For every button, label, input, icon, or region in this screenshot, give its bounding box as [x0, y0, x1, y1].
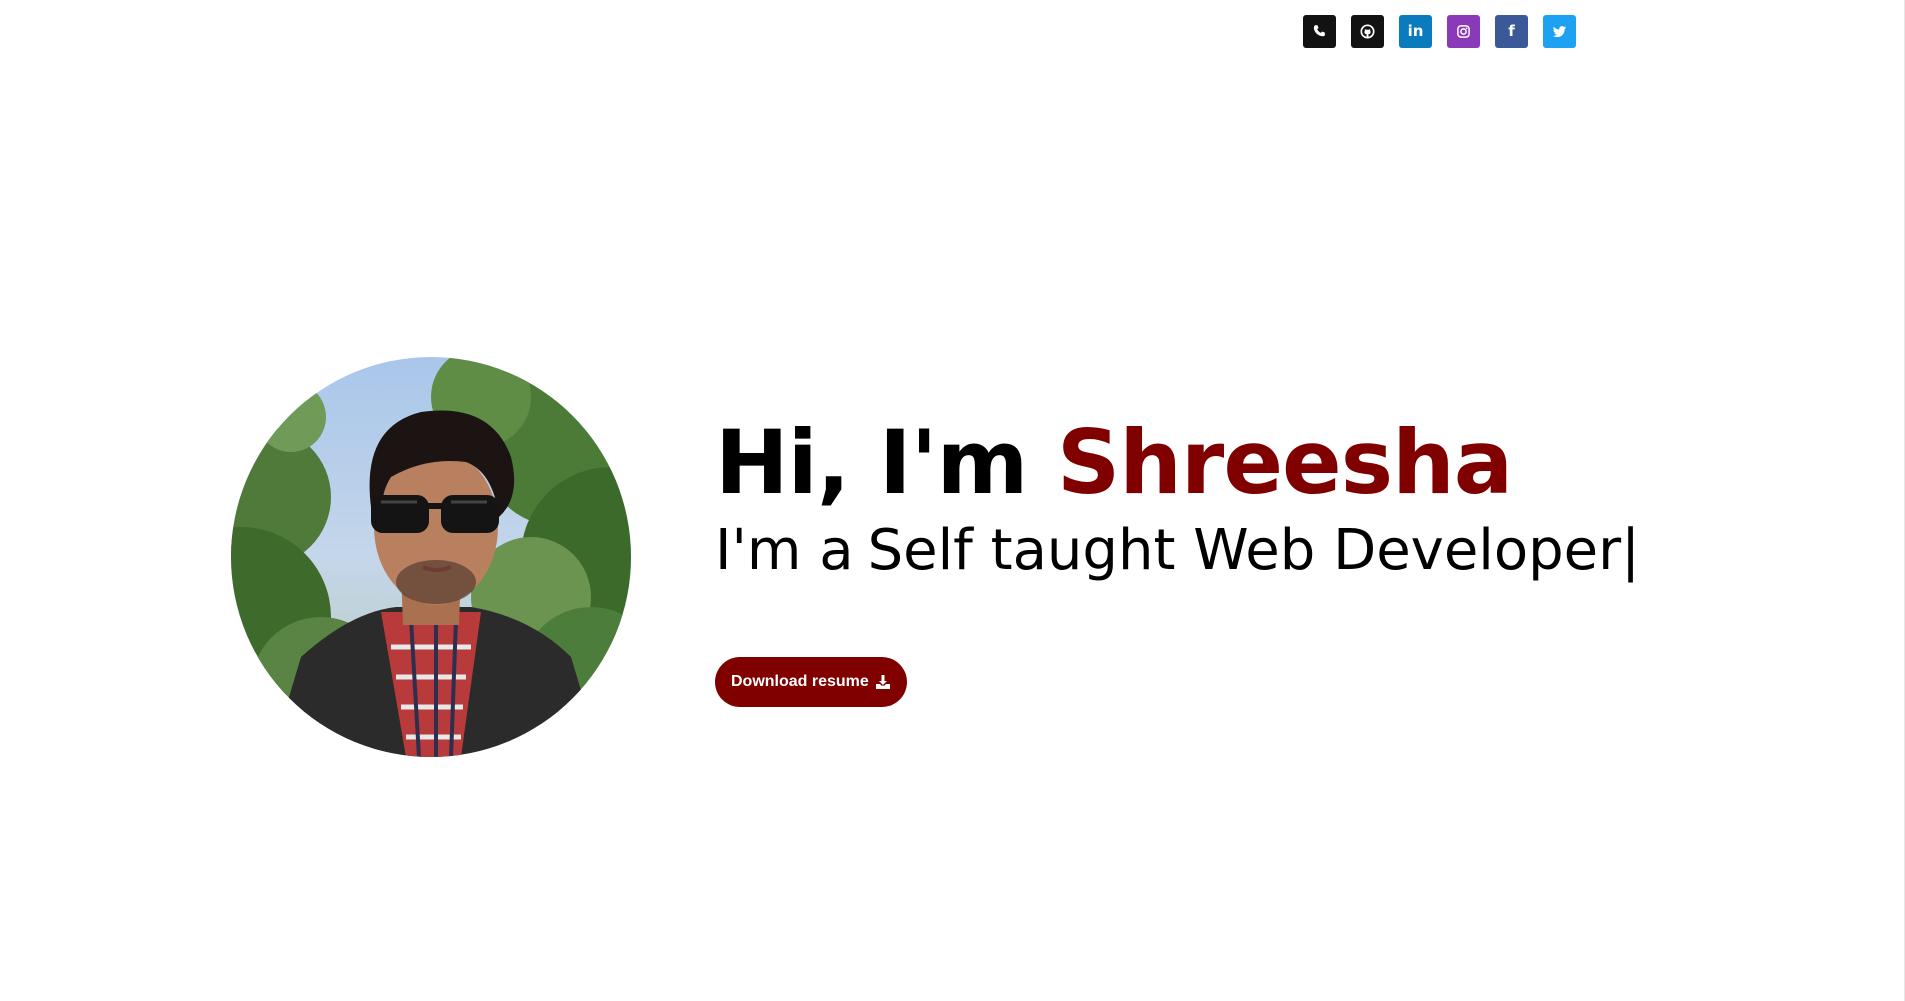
instagram-link[interactable] [1447, 15, 1480, 48]
github-link[interactable] [1351, 15, 1384, 48]
typing-cursor: | [1621, 518, 1640, 583]
facebook-link[interactable]: f [1495, 15, 1528, 48]
download-resume-button[interactable]: Download resume [715, 657, 907, 707]
instagram-icon [1457, 25, 1470, 38]
portfolio-page: in f Hi, I'm Shreesha I'm a Self taught … [0, 0, 1905, 1001]
linkedin-link[interactable]: in [1399, 15, 1432, 48]
github-icon [1360, 24, 1375, 39]
hero-name: Shreesha [1056, 411, 1513, 514]
download-icon [875, 675, 890, 689]
twitter-icon [1552, 26, 1567, 38]
tagline-prefix: I'm a [715, 518, 854, 583]
greeting-prefix: Hi, I'm [715, 411, 1057, 514]
social-links-bar: in f [1303, 15, 1576, 48]
phone-link[interactable] [1303, 15, 1336, 48]
greeting-heading: Hi, I'm Shreesha [715, 408, 1640, 518]
phone-icon [1313, 25, 1325, 37]
linkedin-icon: in [1407, 22, 1424, 40]
hero-section: Hi, I'm Shreesha I'm a Self taught Web De… [715, 408, 1640, 586]
facebook-icon: f [1508, 22, 1515, 40]
profile-photo [231, 357, 631, 757]
hero-tagline: I'm a Self taught Web Developer| [715, 516, 1640, 586]
typed-text: Self taught Web Developer [867, 518, 1622, 583]
download-resume-label: Download resume [731, 673, 869, 690]
twitter-link[interactable] [1543, 15, 1576, 48]
